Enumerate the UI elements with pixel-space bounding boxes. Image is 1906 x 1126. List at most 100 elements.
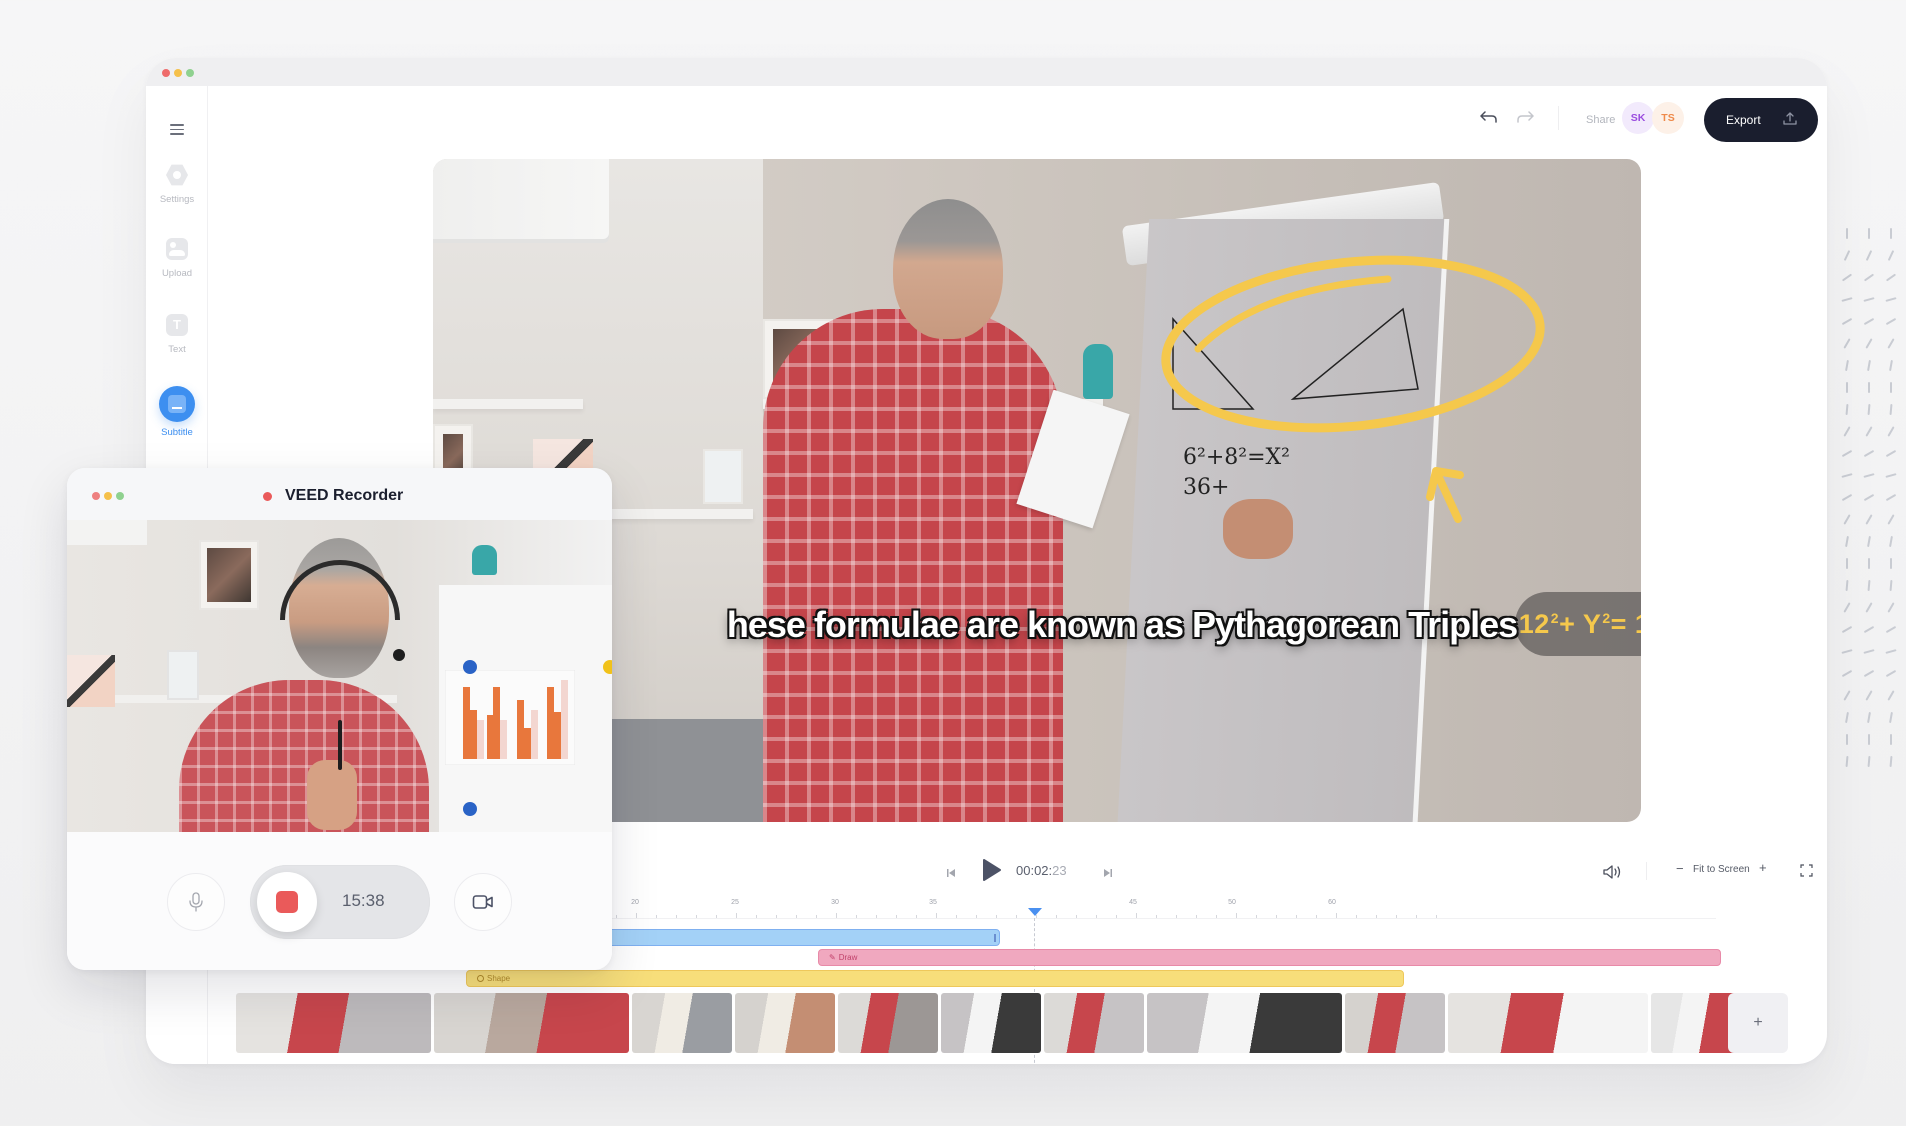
decorative-dash [1890, 734, 1892, 745]
microphone [393, 649, 405, 661]
fullscreen-icon[interactable] [1800, 864, 1813, 882]
decorative-dash [1845, 359, 1849, 372]
ruler-tick [716, 915, 717, 918]
ruler-tick [1196, 915, 1197, 918]
subtitle-icon [159, 386, 195, 422]
ruler-tick [636, 913, 637, 918]
video-filmstrip[interactable] [236, 993, 1747, 1053]
ruler-tick [816, 915, 817, 918]
decorative-dash [1841, 649, 1853, 654]
filmstrip-frame[interactable] [632, 993, 732, 1053]
camera-button[interactable] [454, 873, 512, 931]
stop-record-button[interactable] [257, 872, 317, 932]
shape-track[interactable]: Shape [466, 970, 1404, 987]
sidebar-item-upload[interactable]: Upload [146, 238, 208, 279]
ruler-tick [936, 913, 937, 918]
skip-forward-icon[interactable] [1102, 866, 1114, 884]
avatar[interactable]: TS [1652, 102, 1684, 134]
undo-icon[interactable] [1480, 110, 1498, 129]
decorative-dash [1889, 535, 1893, 548]
window-minimize-button[interactable] [174, 69, 182, 77]
filmstrip-frame[interactable] [1044, 993, 1144, 1053]
draw-track[interactable]: ✎ Draw [818, 949, 1721, 966]
decorative-dash [1887, 514, 1895, 525]
decorative-dash [1863, 473, 1875, 478]
decorative-dash [1890, 382, 1892, 393]
stop-record-icon [276, 891, 298, 913]
volume-icon[interactable] [1602, 864, 1622, 885]
decorative-dash [1865, 338, 1873, 349]
window-close-button[interactable] [92, 492, 100, 500]
track-label: Shape [487, 974, 511, 983]
ruler-tick [1076, 915, 1077, 918]
sidebar-item-subtitle[interactable]: Subtitle [146, 386, 208, 438]
window-close-button[interactable] [162, 69, 170, 77]
filmstrip-frame[interactable] [1345, 993, 1445, 1053]
ruler-tick [1156, 915, 1157, 918]
sidebar-item-text[interactable]: T Text [146, 314, 208, 355]
decorative-dash [1863, 669, 1875, 678]
fit-to-screen-button[interactable]: Fit to Screen [1693, 864, 1750, 875]
decorative-dash [1885, 449, 1897, 458]
hamburger-icon[interactable] [170, 124, 184, 135]
hand [307, 760, 357, 830]
decorative-dash [1885, 473, 1897, 478]
sidebar-item-label: Subtitle [161, 427, 193, 438]
filmstrip-frame[interactable] [434, 993, 629, 1053]
subtitle-text[interactable]: hese formulae are known as Pythagorean T… [433, 604, 1641, 646]
share-button[interactable]: Share [1586, 114, 1615, 126]
decorative-dash [1890, 228, 1892, 239]
redo-icon[interactable] [1516, 110, 1534, 129]
sidebar-item-settings[interactable]: Settings [146, 164, 208, 205]
ruler-label: 30 [831, 899, 839, 906]
decorative-dash [1867, 711, 1871, 724]
filmstrip-frame[interactable] [941, 993, 1041, 1053]
recorder-window: VEED Recorder 15:38 [67, 468, 612, 970]
decorative-dash [1846, 228, 1848, 239]
skip-back-icon[interactable] [945, 866, 957, 884]
add-clip-button[interactable]: + [1728, 993, 1788, 1053]
decorative-dash [1841, 669, 1853, 678]
ruler-tick [956, 915, 957, 918]
decorative-dash [1885, 493, 1897, 502]
zoom-in-button[interactable]: + [1759, 860, 1767, 875]
filmstrip-frame[interactable] [735, 993, 835, 1053]
filmstrip-frame[interactable] [1448, 993, 1648, 1053]
export-button[interactable]: Export [1704, 98, 1818, 142]
avatar-initials: TS [1661, 112, 1675, 124]
play-icon[interactable] [982, 858, 1002, 887]
ruler-tick [856, 915, 857, 918]
window-minimize-button[interactable] [104, 492, 112, 500]
filmstrip-frame[interactable] [1147, 993, 1342, 1053]
sidebar-item-label: Text [168, 344, 186, 355]
vase [472, 545, 497, 575]
filmstrip-frame[interactable] [838, 993, 938, 1053]
filmstrip-frame[interactable] [236, 993, 431, 1053]
decorative-dash [1845, 579, 1849, 592]
window-maximize-button[interactable] [116, 492, 124, 500]
upload-image-icon [166, 238, 188, 260]
recording-indicator [263, 492, 272, 501]
decorative-dash [1865, 250, 1873, 261]
zoom-out-button[interactable]: − [1676, 861, 1684, 876]
ruler-tick [756, 915, 757, 918]
playhead-handle[interactable] [1028, 908, 1042, 916]
avatar[interactable]: SK [1622, 102, 1654, 134]
webcam-preview [67, 520, 612, 832]
recorder-controls: 15:38 [67, 832, 612, 970]
video-camera-icon [472, 895, 493, 909]
decorative-dash [1885, 317, 1897, 326]
export-label: Export [1726, 113, 1761, 127]
window-maximize-button[interactable] [186, 69, 194, 77]
pencil-icon: ✎ [829, 953, 836, 962]
video-canvas[interactable]: 6²+8²=X² 36+ 122 + Y2 = 132 hese formula… [433, 159, 1641, 822]
ruler-tick [996, 915, 997, 918]
trim-handle[interactable] [994, 934, 996, 942]
decorative-dash [1845, 711, 1849, 724]
text-icon: T [166, 314, 188, 336]
ruler-tick [976, 915, 977, 918]
microphone-button[interactable] [167, 873, 225, 931]
subtitle-track[interactable] [586, 929, 1000, 946]
avatar-initials: SK [1630, 112, 1646, 124]
pen [338, 720, 342, 770]
